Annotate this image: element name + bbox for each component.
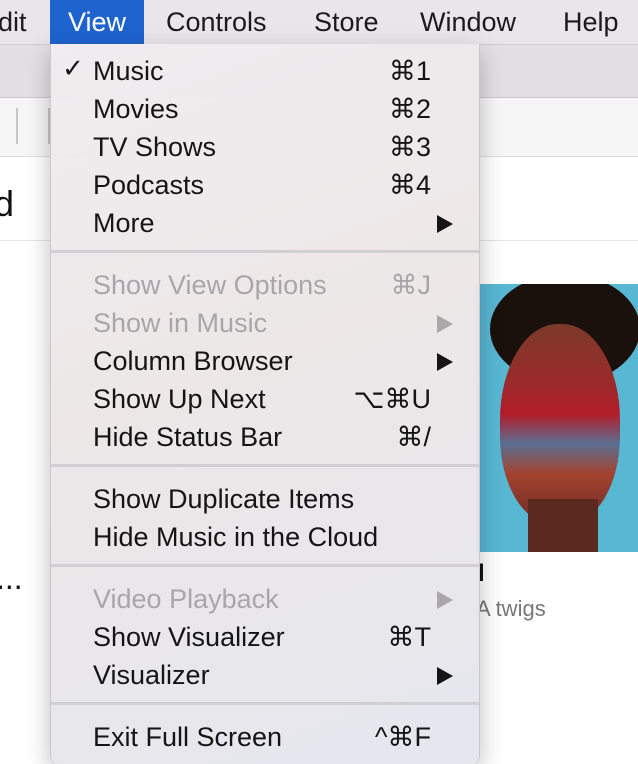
menu-item-tv-shows[interactable]: TV Shows ⌘3	[51, 127, 479, 165]
menubar-store[interactable]: Store	[314, 0, 379, 44]
submenu-arrow-icon	[437, 215, 453, 233]
menu-item-label: Movies	[93, 94, 179, 124]
keyboard-shortcut: ⌘2	[388, 94, 431, 124]
menu-item-show-up-next[interactable]: Show Up Next ⌥⌘U	[51, 379, 479, 417]
keyboard-shortcut: ⌘4	[388, 170, 431, 200]
menu-item-visualizer[interactable]: Visualizer	[51, 655, 479, 693]
keyboard-shortcut: ⌘J	[390, 270, 432, 300]
menu-item-label: More	[93, 208, 155, 238]
keyboard-shortcut: ⌘1	[388, 56, 431, 86]
menu-item-label: Show Duplicate Items	[93, 484, 355, 514]
menubar-window[interactable]: Window	[420, 0, 516, 44]
menu-item-label: Show View Options	[93, 270, 327, 300]
menu-item-column-browser[interactable]: Column Browser	[51, 341, 479, 379]
menu-item-show-view-options: Show View Options ⌘J	[51, 265, 479, 303]
menu-item-show-visualizer[interactable]: Show Visualizer ⌘T	[51, 617, 479, 655]
menu-item-more[interactable]: More	[51, 203, 479, 241]
menu-separator	[51, 702, 479, 705]
toolbar-divider	[16, 108, 18, 144]
menu-separator	[51, 250, 479, 253]
menu-item-label: Music	[93, 56, 164, 86]
menu-item-show-in-music: Show in Music	[51, 303, 479, 341]
menu-item-label: Exit Full Screen	[93, 722, 283, 752]
menubar-help[interactable]: Help	[563, 0, 619, 44]
keyboard-shortcut: ⌘T	[387, 622, 432, 652]
menu-item-label: Video Playback	[93, 584, 279, 614]
truncated-title: ...	[0, 560, 23, 596]
menu-item-label: Podcasts	[93, 170, 205, 200]
menu-item-label: Hide Music in the Cloud	[93, 522, 379, 552]
menu-item-hide-status-bar[interactable]: Hide Status Bar ⌘/	[51, 417, 479, 455]
checkmark-icon: ✓	[62, 53, 84, 83]
menubar-edit[interactable]: dit	[0, 0, 27, 44]
menu-item-label: Visualizer	[93, 660, 210, 690]
menu-item-label: Show Up Next	[93, 384, 266, 414]
menubar-view[interactable]: View	[50, 0, 145, 44]
menu-item-hide-music-in-the-cloud[interactable]: Hide Music in the Cloud	[51, 517, 479, 555]
view-menu: ✓ Music ⌘1 Movies ⌘2 TV Shows ⌘3 Podcasts ⌘4 More…	[50, 44, 480, 764]
keyboard-shortcut: ⌥⌘U	[353, 384, 431, 414]
menu-item-music[interactable]: ✓ Music ⌘1	[51, 51, 479, 89]
keyboard-shortcut: ^⌘F	[374, 722, 431, 752]
page-title: d	[0, 183, 15, 224]
submenu-arrow-icon	[437, 667, 453, 685]
menu-item-label: Column Browser	[93, 346, 293, 376]
menu-item-label: Show Visualizer	[93, 622, 285, 652]
submenu-arrow-icon	[437, 353, 453, 371]
keyboard-shortcut: ⌘/	[396, 422, 431, 452]
menu-item-exit-full-screen[interactable]: Exit Full Screen ^⌘F	[51, 717, 479, 755]
menu-item-video-playback: Video Playback	[51, 579, 479, 617]
submenu-arrow-icon	[437, 591, 453, 609]
submenu-arrow-icon	[437, 315, 453, 333]
menubar-controls[interactable]: Controls	[166, 0, 267, 44]
menu-item-show-duplicate-items[interactable]: Show Duplicate Items	[51, 479, 479, 517]
menu-item-label: TV Shows	[93, 132, 217, 162]
album-artist[interactable]: A twigs	[476, 596, 546, 622]
keyboard-shortcut: ⌘3	[388, 132, 431, 162]
menu-separator	[51, 564, 479, 567]
menu-separator	[51, 464, 479, 467]
menu-item-podcasts[interactable]: Podcasts ⌘4	[51, 165, 479, 203]
menu-item-movies[interactable]: Movies ⌘2	[51, 89, 479, 127]
menu-item-label: Hide Status Bar	[93, 422, 283, 452]
menu-item-label: Show in Music	[93, 308, 268, 338]
menu-bar: dit View Controls Store Window Help	[0, 0, 638, 45]
album-artwork[interactable]	[476, 284, 638, 552]
